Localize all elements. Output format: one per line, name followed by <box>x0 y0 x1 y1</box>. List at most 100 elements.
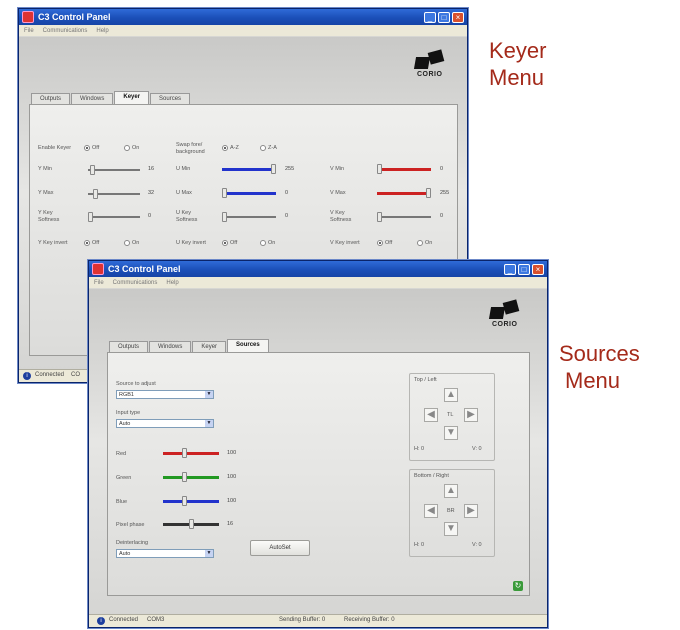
slider-thumb[interactable] <box>182 448 187 458</box>
arrow-right-icon[interactable]: ▶ <box>464 504 478 518</box>
y-invert-on-label: On <box>132 240 140 246</box>
u-soft-label-line2: Softness <box>176 217 198 223</box>
keyer-caption-line1: Keyer <box>489 38 547 63</box>
menu-file[interactable]: File <box>24 28 34 34</box>
y-invert-on-radio[interactable] <box>124 240 130 246</box>
keyer-title-bar[interactable]: C3 Control Panel _ □ × <box>19 9 467 25</box>
arrow-left-icon[interactable]: ◀ <box>424 504 438 518</box>
slider-thumb[interactable] <box>377 212 382 222</box>
pixel-phase-value: 16 <box>227 521 234 527</box>
arrow-up-icon[interactable]: ▲ <box>444 484 458 498</box>
u-max-value: 0 <box>285 190 289 196</box>
v-max-slider[interactable] <box>377 188 431 198</box>
input-type-select[interactable]: Auto ▼ <box>116 419 214 428</box>
u-invert-off-radio[interactable] <box>222 240 228 246</box>
tab-keyer[interactable]: Keyer <box>192 341 227 352</box>
v-min-label: V Min <box>330 166 345 172</box>
green-slider[interactable] <box>163 472 219 482</box>
top-left-h: H: 0 <box>414 446 425 452</box>
swap-label-line1: Swap fore/ <box>176 142 203 148</box>
pixel-phase-label: Pixel phase <box>116 522 145 528</box>
slider-thumb[interactable] <box>88 212 93 222</box>
slider-thumb[interactable] <box>271 164 276 174</box>
arrow-left-icon[interactable]: ◀ <box>424 408 438 422</box>
y-soft-value: 0 <box>148 213 152 219</box>
swap-za-radio[interactable] <box>260 145 266 151</box>
green-label: Green <box>116 475 132 481</box>
minimize-button[interactable]: _ <box>424 11 436 23</box>
u-invert-on-radio[interactable] <box>260 240 266 246</box>
slider-thumb[interactable] <box>93 189 98 199</box>
chevron-down-icon[interactable]: ▼ <box>205 391 213 398</box>
v-min-slider[interactable] <box>377 164 431 174</box>
close-button[interactable]: × <box>452 11 464 23</box>
tab-keyer[interactable]: Keyer <box>114 91 150 104</box>
chevron-down-icon[interactable]: ▼ <box>205 420 213 427</box>
u-invert-off-label: Off <box>230 240 238 246</box>
y-softness-slider[interactable] <box>88 212 140 222</box>
maximize-button[interactable]: □ <box>518 263 530 275</box>
sources-title-bar[interactable]: C3 Control Panel _ □ × <box>89 261 547 277</box>
pixel-phase-slider[interactable] <box>163 519 219 529</box>
arrow-down-icon[interactable]: ▼ <box>444 426 458 440</box>
enable-keyer-on-radio[interactable] <box>124 145 130 151</box>
red-value: 100 <box>227 450 237 456</box>
sources-status-port: COM3 <box>147 617 165 623</box>
chevron-down-icon[interactable]: ▼ <box>205 550 213 557</box>
y-invert-off-radio[interactable] <box>84 240 90 246</box>
tab-sources[interactable]: Sources <box>227 339 269 352</box>
sources-window: C3 Control Panel _ □ × File Communicatio… <box>88 260 548 628</box>
swap-az-radio[interactable] <box>222 145 228 151</box>
blue-slider[interactable] <box>163 496 219 506</box>
top-left-center: TL <box>447 412 454 418</box>
menu-help[interactable]: Help <box>96 28 108 34</box>
u-max-slider[interactable] <box>222 188 276 198</box>
arrow-down-icon[interactable]: ▼ <box>444 522 458 536</box>
slider-thumb[interactable] <box>182 496 187 506</box>
corio-logo: CORIO <box>412 49 452 81</box>
refresh-icon[interactable]: ↻ <box>513 581 523 591</box>
menu-help[interactable]: Help <box>166 280 178 286</box>
slider-thumb[interactable] <box>426 188 431 198</box>
app-icon <box>92 263 104 275</box>
menu-communications[interactable]: Communications <box>113 280 158 286</box>
app-icon <box>22 11 34 23</box>
slider-thumb[interactable] <box>222 188 227 198</box>
deinterlacing-select[interactable]: Auto ▼ <box>116 549 214 558</box>
u-min-value: 255 <box>285 166 295 172</box>
tab-outputs[interactable]: Outputs <box>31 93 71 104</box>
v-invert-on-radio[interactable] <box>417 240 423 246</box>
menu-bar: File Communications Help <box>19 25 467 36</box>
close-button[interactable]: × <box>532 263 544 275</box>
v-invert-off-radio[interactable] <box>377 240 383 246</box>
maximize-button[interactable]: □ <box>438 11 450 23</box>
tab-windows[interactable]: Windows <box>71 93 114 104</box>
u-min-slider[interactable] <box>222 164 276 174</box>
logo-text: CORIO <box>492 321 518 328</box>
v-max-label: V Max <box>330 190 346 196</box>
y-max-slider[interactable] <box>88 189 140 199</box>
slider-thumb[interactable] <box>222 212 227 222</box>
slider-thumb[interactable] <box>182 472 187 482</box>
arrow-right-icon[interactable]: ▶ <box>464 408 478 422</box>
enable-keyer-off-radio[interactable] <box>84 145 90 151</box>
arrow-up-icon[interactable]: ▲ <box>444 388 458 402</box>
tab-sources[interactable]: Sources <box>150 93 191 104</box>
slider-thumb[interactable] <box>189 519 194 529</box>
keyer-status-text: Connected <box>35 372 65 378</box>
minimize-button[interactable]: _ <box>504 263 516 275</box>
v-softness-slider[interactable] <box>377 212 431 222</box>
menu-communications[interactable]: Communications <box>43 28 88 34</box>
y-min-slider[interactable] <box>88 165 140 175</box>
autoset-button[interactable]: AutoSet <box>250 540 310 556</box>
u-softness-slider[interactable] <box>222 212 276 222</box>
tab-windows[interactable]: Windows <box>149 341 192 352</box>
slider-thumb[interactable] <box>377 164 382 174</box>
u-invert-label: U Key invert <box>176 240 206 246</box>
red-slider[interactable] <box>163 448 219 458</box>
menu-file[interactable]: File <box>94 280 104 286</box>
y-max-value: 32 <box>148 190 155 196</box>
slider-thumb[interactable] <box>90 165 95 175</box>
source-to-adjust-select[interactable]: RGB1 ▼ <box>116 390 214 399</box>
tab-outputs[interactable]: Outputs <box>109 341 149 352</box>
